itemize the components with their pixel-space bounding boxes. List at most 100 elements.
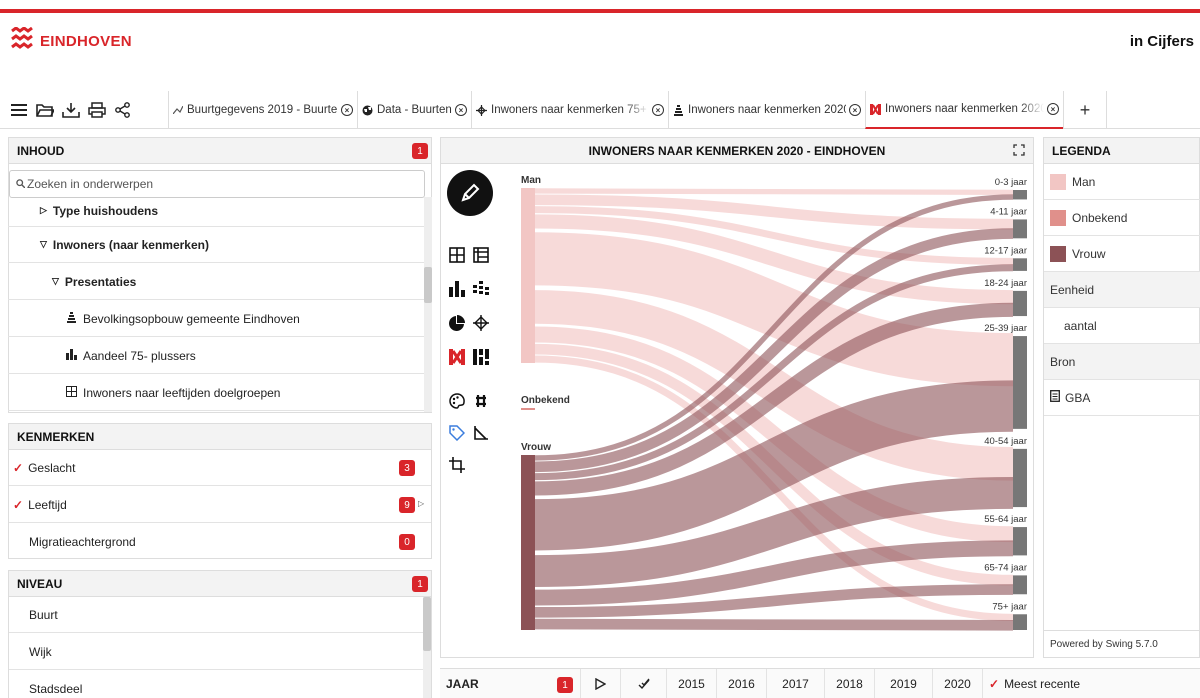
sankey-target-node[interactable]	[1013, 336, 1027, 429]
niveau-scrollbar-thumb[interactable]	[423, 597, 431, 651]
close-icon[interactable]: ×	[341, 104, 353, 116]
table-icon	[66, 385, 77, 400]
year-2016[interactable]: 2016	[716, 669, 766, 698]
meest-recente-option[interactable]: ✓ Meest recente	[982, 669, 1200, 698]
table-icon[interactable]	[447, 245, 467, 265]
sankey-target-node[interactable]	[1013, 290, 1027, 317]
tab-data-buurten[interactable]: Data - Buurten ×	[357, 91, 471, 129]
bron-value-row[interactable]: GBA	[1044, 380, 1200, 416]
year-2018[interactable]: 2018	[824, 669, 874, 698]
tab-sankey[interactable]: Inwoners naar kenmerken 2020 ×	[865, 91, 1063, 129]
add-tab-button[interactable]: +	[1063, 91, 1107, 129]
niveau-label: Stadsdeel	[29, 681, 83, 696]
sankey-target-node[interactable]	[1013, 614, 1027, 630]
sankey-link-vrouw-8[interactable]	[534, 618, 1014, 631]
select-all-years-button[interactable]	[620, 669, 666, 698]
fullscreen-icon[interactable]	[1013, 144, 1025, 159]
sankey-target-label: 75+ jaar	[992, 601, 1027, 612]
year-2015[interactable]: 2015	[666, 669, 716, 698]
sankey-target-node[interactable]	[1013, 448, 1027, 508]
tree-item-label: Bevolkingsopbouw gemeente Eindhoven	[83, 311, 300, 326]
kenmerk-migratie[interactable]: Migratieachtergrond 0	[9, 524, 431, 560]
sankey-target-node[interactable]	[1013, 219, 1027, 239]
kenmerk-label: Migratieachtergrond	[29, 535, 136, 549]
tag-icon[interactable]	[447, 423, 467, 443]
year-2019[interactable]: 2019	[874, 669, 932, 698]
stacked-bar-icon[interactable]	[471, 279, 491, 299]
tree-item-leeftijden[interactable]: Inwoners naar leeftijden doelgroepen	[8, 375, 432, 411]
tree-scrollbar-thumb[interactable]	[424, 267, 432, 303]
close-icon[interactable]: ×	[652, 104, 664, 116]
chevron-down-icon: ▽	[52, 276, 59, 286]
radar-icon[interactable]	[471, 313, 491, 333]
legend-item-man[interactable]: Man	[1044, 164, 1200, 200]
crop-icon[interactable]	[447, 455, 467, 475]
chevron-right-icon[interactable]: ▷	[418, 499, 424, 508]
folder-open-icon[interactable]	[34, 99, 56, 121]
tree-item-label: Inwoners naar leeftijden doelgroepen	[83, 385, 281, 400]
tree-item-label: Inwoners (naar kenmerken)	[52, 237, 209, 252]
sankey-source-node-man[interactable]	[521, 188, 535, 363]
pyramid-icon	[66, 311, 77, 326]
share-icon[interactable]	[112, 99, 134, 121]
panel-title: INHOUD	[17, 143, 65, 158]
palette-icon[interactable]	[447, 391, 467, 411]
kenmerk-label: Leeftijd	[28, 497, 67, 512]
bar-chart-icon[interactable]	[447, 279, 467, 299]
year-2020[interactable]: 2020	[932, 669, 982, 698]
year-2017[interactable]: 2017	[766, 669, 824, 698]
chevron-down-icon: ▽	[40, 239, 47, 249]
edit-pencil-button[interactable]	[447, 170, 493, 216]
panel-title: NIVEAU	[17, 576, 63, 591]
sankey-icon[interactable]	[447, 347, 467, 367]
tree-item-aandeel[interactable]: Aandeel 75- plussers	[8, 338, 432, 374]
pivot-table-icon[interactable]	[471, 245, 491, 265]
download-icon[interactable]	[60, 99, 82, 121]
sankey-target-node[interactable]	[1013, 190, 1027, 200]
top-accent-bar	[0, 9, 1200, 13]
tree-item-bevolkingsopbouw[interactable]: Bevolkingsopbouw gemeente Eindhoven	[8, 301, 432, 337]
kenmerk-leeftijd[interactable]: ✓ Leeftijd 9 ▷	[9, 487, 431, 523]
legend-swatch	[1050, 173, 1066, 190]
kenmerk-geslacht[interactable]: ✓ Geslacht 3	[9, 450, 431, 486]
tab-label: Buurtgegevens 2019 - Buurten	[187, 104, 338, 116]
axis-icon[interactable]	[471, 423, 491, 443]
niveau-label: Wijk	[29, 644, 52, 659]
tab-buurtgegevens[interactable]: Buurtgegevens 2019 - Buurten ×	[168, 91, 357, 129]
legend-item-onbekend[interactable]: Onbekend	[1044, 200, 1200, 236]
sankey-link-man-0[interactable]	[534, 188, 1014, 196]
eenheid-title: Eenheid	[1050, 282, 1095, 297]
eenheid-header: Eenheid	[1044, 272, 1200, 308]
tab-pyramid[interactable]: Inwoners naar kenmerken 2020 ×	[668, 91, 865, 129]
topic-search-input[interactable]: Zoeken in onderwerpen	[9, 170, 425, 198]
menu-icon[interactable]	[8, 99, 30, 121]
tree-item-type-huishoudens[interactable]: ▷ Type huishoudens	[8, 197, 432, 227]
sankey-source-node-onbekend[interactable]	[521, 408, 535, 410]
legend-item-vrouw[interactable]: Vrouw	[1044, 236, 1200, 272]
mosaic-icon[interactable]	[471, 347, 491, 367]
tab-75plus[interactable]: Inwoners naar kenmerken 75+ jaar ×	[471, 91, 668, 129]
target-icon	[476, 104, 487, 116]
print-icon[interactable]	[86, 99, 108, 121]
sankey-chart: Man Onbekend Vrouw 0-3 jaar 4-11 jaar 12-17 j…	[521, 175, 1027, 631]
checkmark-icon: ✓	[13, 497, 24, 512]
niveau-item-wijk[interactable]: Wijk	[9, 634, 423, 670]
play-button[interactable]	[580, 669, 620, 698]
tree-item-presentaties[interactable]: ▽ Presentaties	[8, 264, 432, 300]
sankey-target-node[interactable]	[1013, 575, 1027, 595]
grid-hash-icon[interactable]	[471, 391, 491, 411]
close-icon[interactable]: ×	[455, 104, 467, 116]
sankey-target-node[interactable]	[1013, 527, 1027, 556]
sankey-target-node[interactable]	[1013, 258, 1027, 271]
pie-chart-icon[interactable]	[447, 313, 467, 333]
tab-label: Inwoners naar kenmerken 75+ jaar	[491, 104, 649, 116]
niveau-item-stadsdeel[interactable]: Stadsdeel	[9, 671, 423, 698]
niveau-item-buurt[interactable]: Buurt	[9, 597, 423, 633]
double-check-icon	[638, 678, 650, 690]
tree-item-inwoners[interactable]: ▽ Inwoners (naar kenmerken)	[8, 227, 432, 263]
close-icon[interactable]: ×	[1047, 103, 1059, 115]
close-icon[interactable]: ×	[849, 104, 861, 116]
tree-scrollbar[interactable]	[424, 197, 432, 412]
tree-item-label: Presentaties	[64, 274, 137, 289]
sankey-source-node-vrouw[interactable]	[521, 455, 535, 630]
